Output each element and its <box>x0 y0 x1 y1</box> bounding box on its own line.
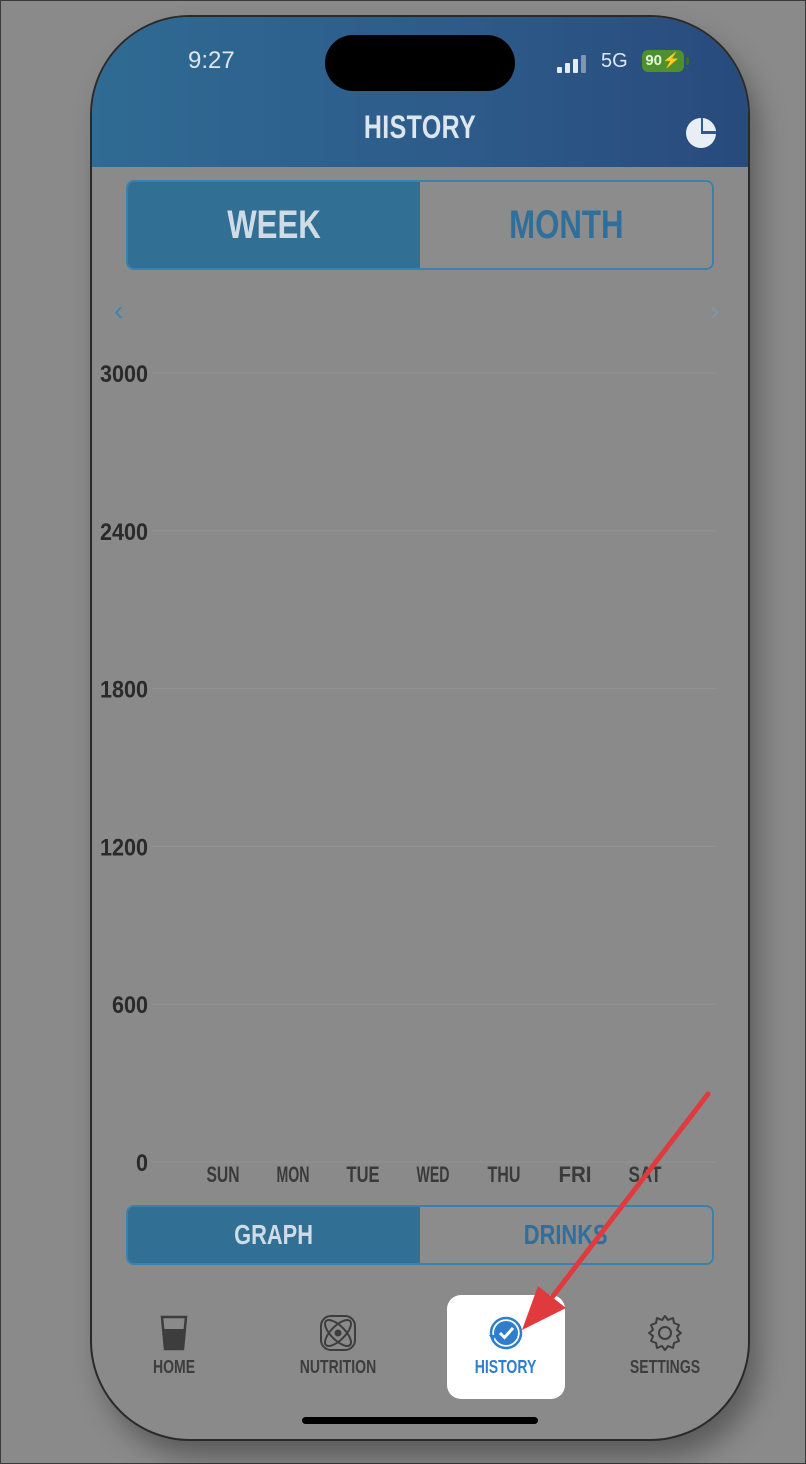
x-tick-label: MON <box>277 1162 310 1187</box>
y-tick-label: 2400 <box>100 519 148 546</box>
drinks-label: DRINKS <box>524 1219 608 1250</box>
month-option[interactable]: MONTH <box>420 182 712 268</box>
week-option[interactable]: WEEK <box>128 182 420 268</box>
dynamic-island <box>325 35 515 91</box>
view-toggle: GRAPH DRINKS <box>126 1205 714 1265</box>
atom-icon <box>320 1315 356 1351</box>
network-type: 5G <box>601 50 628 72</box>
graph-label: GRAPH <box>234 1219 314 1250</box>
x-tick-label: FRI <box>559 1162 592 1187</box>
x-tick-label: TUE <box>347 1162 380 1187</box>
x-tick-label: SUN <box>207 1162 240 1187</box>
phone-frame: 9:27 5G 90⚡ HISTORY WEEK MONTH ‹ › 3000 2… <box>92 17 748 1439</box>
tab-nutrition-label: NUTRITION <box>299 1357 377 1377</box>
tab-settings-label: SETTINGS <box>629 1357 701 1377</box>
y-tick-label: 1800 <box>100 677 148 704</box>
history-icon <box>489 1316 523 1350</box>
battery-level: 90 <box>645 52 662 69</box>
y-tick-label: 1200 <box>100 834 148 861</box>
y-tick-label: 0 <box>136 1150 148 1177</box>
tab-bar: HOME NUTRITION HISTORY SETTINGS <box>92 1295 748 1405</box>
range-toggle: WEEK MONTH <box>126 180 714 270</box>
tab-history-label: HISTORY <box>475 1357 537 1377</box>
x-tick-label: SAT <box>629 1162 662 1187</box>
signal-icon <box>557 55 591 73</box>
gear-icon <box>648 1315 682 1351</box>
cup-icon <box>160 1315 188 1351</box>
week-label: WEEK <box>227 202 321 247</box>
month-label: MONTH <box>508 202 624 247</box>
pie-chart-icon[interactable] <box>684 116 718 150</box>
home-indicator <box>302 1417 538 1424</box>
y-tick-label: 600 <box>112 992 148 1019</box>
battery-tip <box>686 57 689 65</box>
battery-indicator: 90⚡ <box>642 50 684 72</box>
drinks-option[interactable]: DRINKS <box>420 1207 712 1263</box>
x-tick-label: WED <box>417 1162 450 1187</box>
tab-home-label: HOME <box>152 1357 196 1377</box>
tab-nutrition[interactable]: NUTRITION <box>279 1295 397 1399</box>
page-title: HISTORY <box>363 109 477 145</box>
status-time: 9:27 <box>188 47 235 74</box>
header-bar: 9:27 5G 90⚡ HISTORY <box>92 17 748 167</box>
x-tick-label: THU <box>488 1162 521 1187</box>
tab-settings[interactable]: SETTINGS <box>606 1295 724 1399</box>
tab-history[interactable]: HISTORY <box>447 1295 565 1399</box>
y-tick-label: 3000 <box>100 361 148 388</box>
weekly-intake-chart: 3000 2400 1800 1200 600 0 SUN MON TUE WED THU FRI SA… <box>100 361 716 1187</box>
tab-home[interactable]: HOME <box>115 1295 233 1399</box>
graph-option[interactable]: GRAPH <box>128 1207 420 1263</box>
